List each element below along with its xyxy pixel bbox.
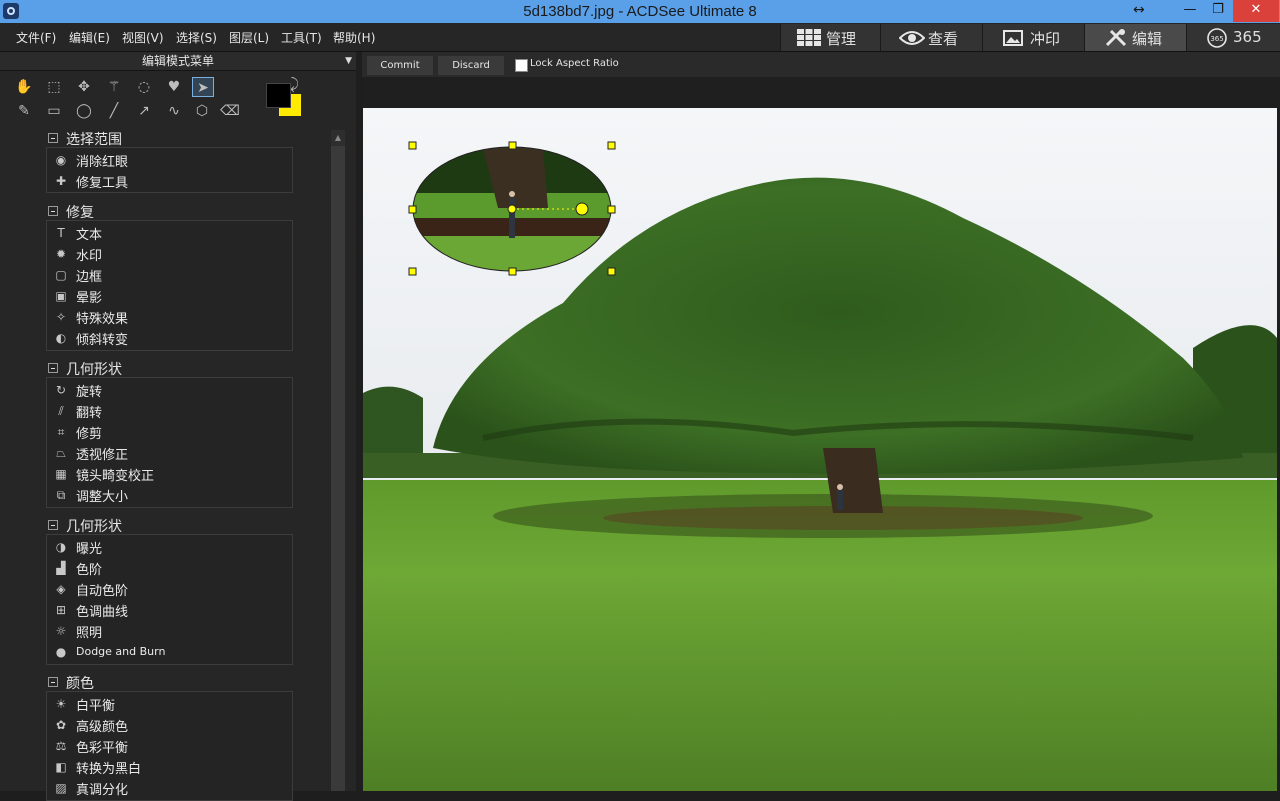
brush-icon[interactable]: ✎	[14, 101, 34, 121]
transform-tool-icon[interactable]: ⬚	[44, 77, 64, 97]
ellipse-icon[interactable]: ◯	[74, 101, 94, 121]
section-body: ↻ 旋转 ⫽ 翻转 ⌗ 修剪 ⏢ 透视修正 ▦ 镜头畸变校正 ⧉ 调整大小	[46, 377, 293, 508]
365-icon: 365	[1207, 28, 1227, 48]
panel-header[interactable]: 编辑模式菜单 ▼	[0, 52, 356, 71]
white-balance-icon: ☀	[55, 697, 67, 711]
tree-photo	[363, 108, 1277, 791]
maximize-button[interactable]: ❐	[1204, 0, 1232, 22]
section-body: T 文本 ✹ 水印 ▢ 边框 ▣ 晕影 ✧ 特殊效果 ◐ 倾斜转变	[46, 220, 293, 351]
tab-manage-label: 管理	[826, 30, 857, 48]
move-tool-icon[interactable]: ✥	[74, 77, 94, 97]
levels-icon: ▟	[56, 561, 66, 575]
tab-edit-label: 编辑	[1132, 30, 1163, 48]
bandage-icon: ✚	[55, 174, 67, 188]
lock-aspect-checkbox[interactable]	[515, 59, 528, 72]
section-body: ◑ 曝光 ▟ 色阶 ◈ 自动色阶 ⊞ 色调曲线 ☼ 照明 ● Dodge and Burn	[46, 534, 293, 665]
palette-icon: ✿	[55, 718, 67, 732]
tilt-shift-icon: ◐	[55, 331, 67, 345]
menu-view[interactable]: 视图(V)	[122, 29, 164, 46]
tab-edit[interactable]: 编辑	[1084, 24, 1186, 51]
resize-icon[interactable]: ↔	[1133, 2, 1145, 18]
arrow-line-icon[interactable]: ↗	[134, 101, 154, 121]
photo-icon	[1003, 30, 1023, 46]
tab-develop[interactable]: 冲印	[982, 24, 1084, 51]
menu-file[interactable]: 文件(F)	[16, 29, 56, 46]
commit-button[interactable]: Commit	[366, 55, 434, 76]
eye-icon: ◉	[55, 153, 67, 167]
foreground-color-swatch[interactable]	[266, 83, 291, 108]
grid-icon	[797, 29, 821, 46]
resize-icon: ⧉	[56, 488, 66, 502]
smart-brush-icon[interactable]: ♥	[164, 77, 184, 97]
text-icon: T	[57, 226, 65, 240]
edit-menu-panel: ✋ ⬚ ✥ ⚚ ◌ ♥ ➤ ✎ ▭ ◯ ╱ ↗ ∿ ⬡ ⌫ ⤸ ▲ 选择范围 ◉…	[0, 71, 356, 801]
menu-edit[interactable]: 编辑(E)	[69, 29, 110, 46]
section-body: ◉ 消除红眼 ✚ 修复工具	[46, 147, 293, 193]
vignette-icon: ▣	[55, 289, 67, 303]
title-bar: 5d138bd7.jpg - ACDSee Ultimate 8 ↔ — ❐ ✕	[0, 0, 1280, 23]
scale-icon: ⚖	[55, 739, 67, 753]
close-button[interactable]: ✕	[1233, 0, 1279, 22]
crop-icon: ⌗	[57, 425, 65, 439]
eraser-icon[interactable]: ⌫	[220, 101, 240, 121]
panel-title: 编辑模式菜单	[141, 54, 214, 68]
menu-help[interactable]: 帮助(H)	[333, 29, 375, 46]
hand-tool-icon[interactable]: ✋	[14, 77, 34, 97]
menu-tools[interactable]: 工具(T)	[281, 29, 322, 46]
panel-scrollbar-thumb[interactable]	[331, 146, 345, 791]
collapse-icon[interactable]	[48, 520, 58, 530]
tab-view-label: 查看	[928, 30, 959, 48]
rotate-icon: ↻	[55, 383, 67, 397]
rectangle-icon[interactable]: ▭	[44, 101, 64, 121]
bw-icon: ◧	[55, 760, 67, 774]
discard-button[interactable]: Discard	[437, 55, 505, 76]
tab-view[interactable]: 查看	[880, 24, 982, 51]
tab-develop-label: 冲印	[1030, 30, 1061, 48]
tab-manage[interactable]: 管理	[780, 24, 880, 51]
tab-365-label: 365	[1233, 28, 1262, 46]
lock-aspect-label: Lock Aspect Ratio	[530, 58, 619, 69]
border-icon: ▢	[55, 268, 67, 282]
lens-icon: ▦	[55, 467, 67, 481]
tab-365[interactable]: 365 365	[1186, 24, 1280, 51]
menu-layer[interactable]: 图层(L)	[229, 29, 269, 46]
menu-select[interactable]: 选择(S)	[176, 29, 217, 46]
section-body: ☀ 白平衡 ✿ 高级颜色 ⚖ 色彩平衡 ◧ 转换为黑白 ▨ 真调分化	[46, 691, 293, 801]
options-bar: Commit Discard Lock Aspect Ratio	[362, 52, 1280, 77]
collapse-icon[interactable]	[48, 677, 58, 687]
swap-colors-icon[interactable]: ⤸	[290, 75, 299, 93]
curve-icon[interactable]: ∿	[164, 101, 184, 121]
polygon-icon[interactable]: ⬡	[192, 101, 212, 121]
line-icon[interactable]: ╱	[104, 101, 124, 121]
chevron-down-icon[interactable]: ▼	[345, 52, 352, 70]
collapse-icon[interactable]	[48, 133, 58, 143]
watermark-icon: ✹	[55, 247, 67, 261]
scroll-up-icon[interactable]: ▲	[331, 130, 345, 146]
svg-text:365: 365	[1210, 35, 1223, 43]
lighting-icon: ☼	[55, 624, 67, 638]
minimize-button[interactable]: —	[1176, 0, 1204, 22]
tools-icon	[1105, 29, 1127, 47]
split-tone-icon: ▨	[55, 781, 67, 795]
curves-icon: ⊞	[55, 603, 67, 617]
dodge-burn-icon: ●	[55, 645, 67, 659]
perspective-icon: ⏢	[56, 446, 66, 460]
exposure-icon: ◑	[55, 540, 67, 554]
magic-wand-icon[interactable]: ⚚	[104, 77, 124, 97]
window-title: 5d138bd7.jpg - ACDSee Ultimate 8	[523, 3, 757, 20]
auto-levels-icon: ◈	[56, 582, 66, 596]
collapse-icon[interactable]	[48, 206, 58, 216]
flip-icon: ⫽	[58, 404, 64, 418]
eye-icon	[899, 31, 925, 45]
lasso-icon[interactable]: ◌	[134, 77, 154, 97]
wand-icon: ✧	[55, 310, 67, 324]
photo-canvas[interactable]	[363, 108, 1277, 791]
selection-pointer-icon[interactable]: ➤	[192, 77, 214, 97]
menu-bar: 文件(F) 编辑(E) 视图(V) 选择(S) 图层(L) 工具(T) 帮助(H…	[0, 23, 1280, 52]
collapse-icon[interactable]	[48, 363, 58, 373]
